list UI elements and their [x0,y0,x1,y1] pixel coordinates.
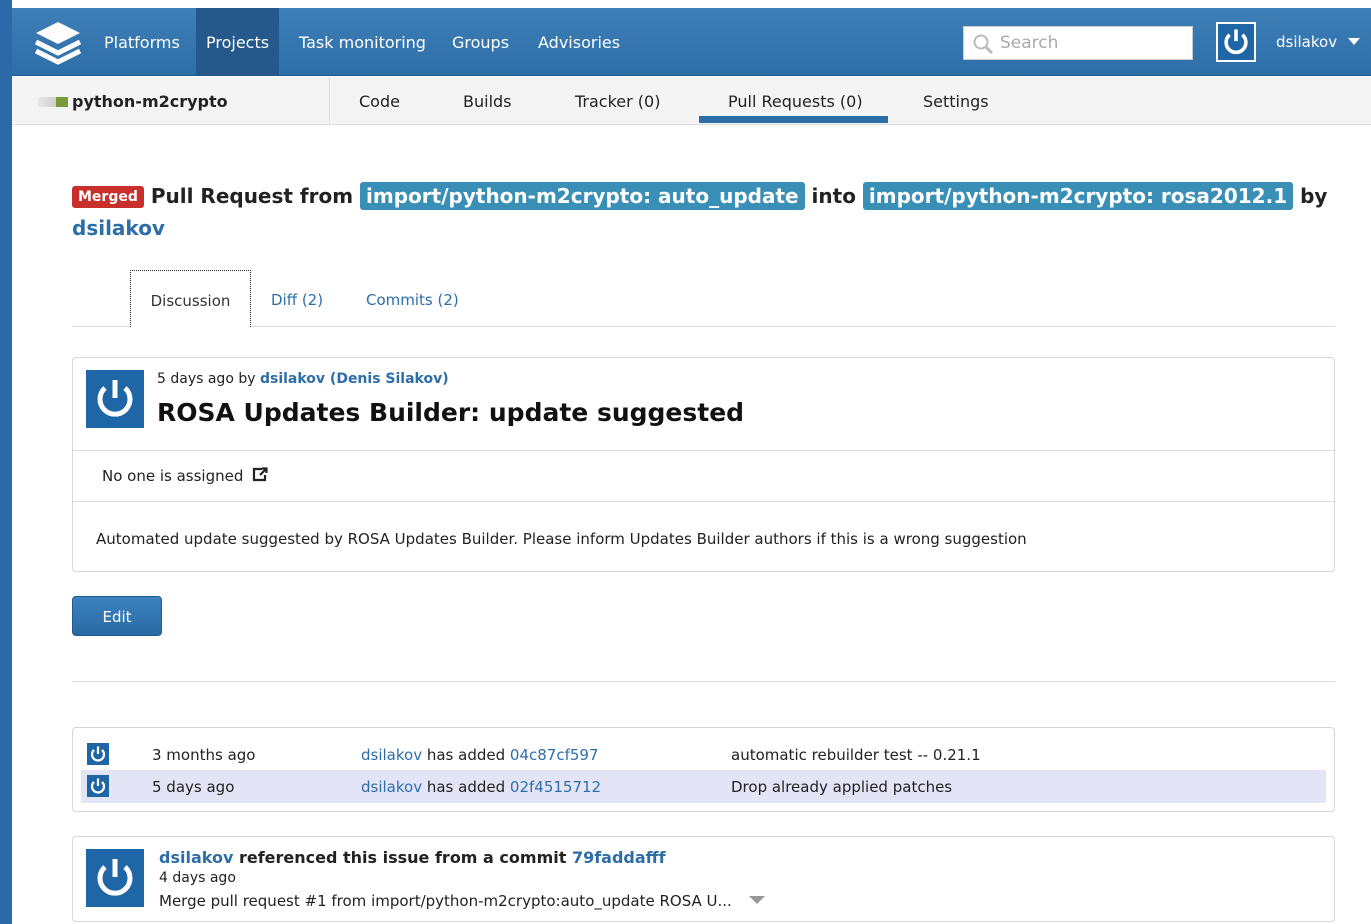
reference-card: dsilakov referenced this issue from a co… [72,836,1335,922]
nav-platforms[interactable]: Platforms [94,8,190,76]
discussion-description: Automated update suggested by ROSA Updat… [96,530,1027,548]
tab-builds[interactable]: Builds [463,92,512,111]
commit-avatar[interactable] [87,743,109,765]
user-name: dsilakov [1276,33,1338,51]
assignee-info: No one is assigned [102,467,268,485]
commit-sha-link[interactable]: 04c87cf597 [510,746,599,764]
user-avatar[interactable] [1216,22,1256,62]
pr-into-text: into [811,184,856,208]
project-title: python-m2crypto [12,77,330,125]
reference-sha-link[interactable]: 79faddafff [572,848,666,867]
tab-pull-requests[interactable]: Pull Requests (0) [728,92,863,111]
reference-time: 4 days ago [159,870,236,886]
commit-time: 5 days ago [152,778,235,796]
reference-message-row: Merge pull request #1 from import/python… [159,892,765,910]
chevron-down-icon [1347,38,1360,45]
pr-from-text: Pull Request from [150,184,354,208]
status-badge: Merged [72,186,144,208]
expand-caret-icon[interactable] [748,896,765,904]
search-placeholder: Search [1000,33,1059,53]
tab-discussion[interactable]: Discussion [130,270,251,327]
discussion-title: ROSA Updates Builder: update suggested [157,398,745,427]
discussion-meta: 5 days ago by dsilakov (Denis Silakov) [157,371,449,387]
from-branch-label[interactable]: import/python-m2crypto: auto_update [360,182,805,210]
reference-text: referenced this issue from a commit [238,848,567,867]
reference-user-link[interactable]: dsilakov [159,848,233,867]
commit-message: automatic rebuilder test -- 0.21.1 [731,746,981,764]
page: Platforms Projects Task monitoring Group… [12,0,1371,924]
pr-author-link[interactable]: dsilakov [72,216,165,240]
commit-author: dsilakov has added 04c87cf597 [361,746,599,764]
pull-request-title: Merged Pull Request from import/python-m… [72,180,1332,244]
search-input[interactable]: Search [963,26,1193,60]
pr-by-text: by [1300,184,1328,208]
discussion-time: 5 days ago by [157,371,256,387]
commit-time: 3 months ago [152,746,256,764]
commit-row: 3 months ago dsilakov has added 04c87cf5… [81,738,1326,771]
project-subnav: python-m2crypto Code Builds Tracker (0) … [12,77,1371,125]
top-navbar: Platforms Projects Task monitoring Group… [12,8,1371,76]
nav-groups[interactable]: Groups [442,8,519,76]
search-icon [973,34,994,55]
assignee-text: No one is assigned [102,467,244,485]
left-edge-bar [0,0,12,924]
reference-avatar[interactable] [86,849,144,907]
author-avatar[interactable] [86,370,144,428]
nav-projects[interactable]: Projects [196,8,280,76]
nav-advisories[interactable]: Advisories [528,8,630,76]
reference-message: Merge pull request #1 from import/python… [159,892,732,910]
discussion-author-link[interactable]: dsilakov (Denis Silakov) [260,371,449,387]
tab-code[interactable]: Code [359,92,400,111]
discussion-card: 5 days ago by dsilakov (Denis Silakov) R… [72,357,1335,572]
user-menu[interactable]: dsilakov [1276,8,1360,76]
commit-row: 5 days ago dsilakov has added 02f4515712… [81,770,1326,803]
into-branch-label[interactable]: import/python-m2crypto: rosa2012.1 [862,182,1294,210]
reference-headline: dsilakov referenced this issue from a co… [159,848,666,867]
nav-task-monitoring[interactable]: Task monitoring [289,8,436,76]
commit-user-link[interactable]: dsilakov [361,778,422,796]
tab-commits[interactable]: Commits (2) [366,270,459,327]
pr-tabs: Discussion Diff (2) Commits (2) [72,270,1335,327]
tab-diff[interactable]: Diff (2) [271,270,323,327]
section-divider [72,681,1335,682]
project-icon [38,97,68,107]
commit-user-link[interactable]: dsilakov [361,746,422,764]
assignee-row: No one is assigned [73,450,1334,502]
commit-author: dsilakov has added 02f4515712 [361,778,601,796]
tab-tracker[interactable]: Tracker (0) [575,92,660,111]
layers-logo-icon[interactable] [32,18,84,66]
commits-list: 3 months ago dsilakov has added 04c87cf5… [72,727,1335,812]
edit-button[interactable]: Edit [72,596,162,636]
commit-action: has added [426,778,506,796]
commit-message: Drop already applied patches [731,778,953,796]
active-tab-indicator [699,116,888,123]
commit-sha-link[interactable]: 02f4515712 [510,778,601,796]
commit-avatar[interactable] [87,775,109,797]
tab-settings[interactable]: Settings [923,92,989,111]
commit-action: has added [426,746,506,764]
share-icon[interactable] [252,467,268,482]
project-name[interactable]: python-m2crypto [72,92,228,111]
